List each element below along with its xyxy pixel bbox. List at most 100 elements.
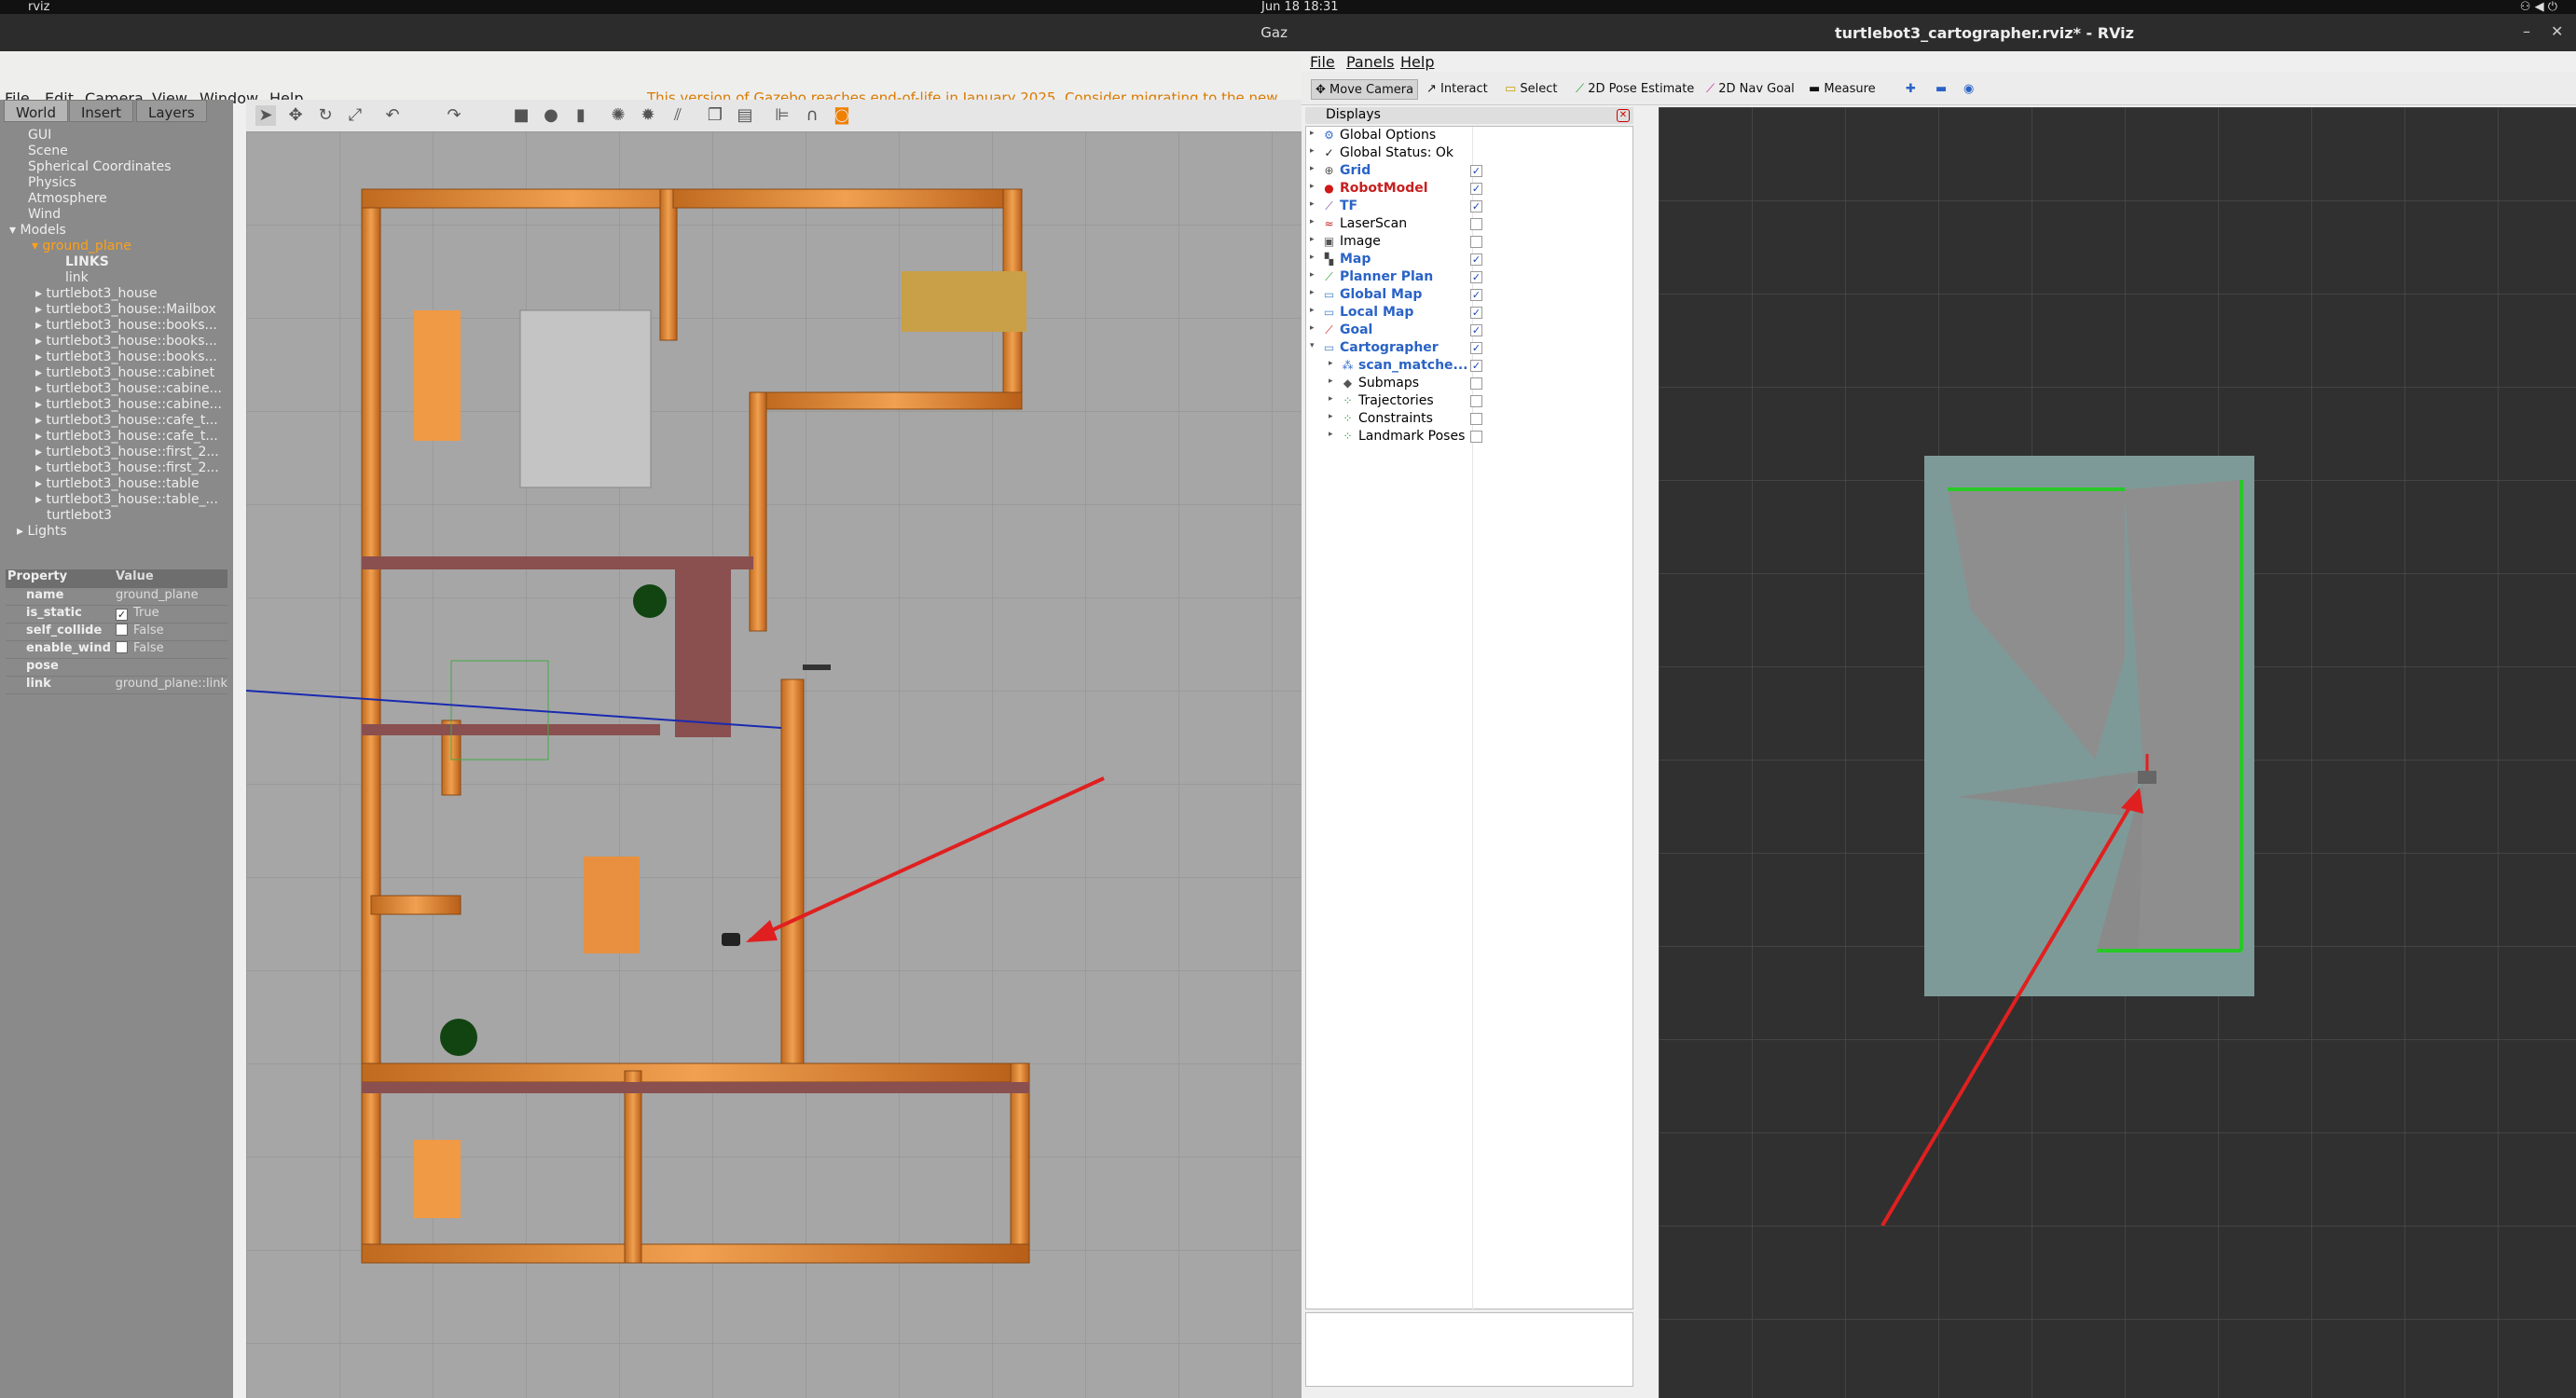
tree-item[interactable]: ▸ turtlebot3_house::cafe_t... — [0, 413, 233, 429]
display-enable-checkbox[interactable] — [1470, 413, 1482, 425]
display-item[interactable]: ▸ ⚙ Global Options — [1306, 127, 1632, 144]
display-item[interactable]: ▸ ▣ Image — [1306, 233, 1632, 251]
self-collide-checkbox[interactable] — [116, 624, 128, 636]
enable-wind-checkbox[interactable] — [116, 641, 128, 653]
expand-arrow-icon[interactable]: ▸ — [1310, 323, 1315, 333]
collapse-arrow-icon[interactable]: ▸ — [35, 286, 46, 301]
display-item[interactable]: ▸ ⊕ Grid ✓ — [1306, 162, 1632, 180]
tree-item[interactable]: Wind — [0, 207, 233, 223]
collapse-arrow-icon[interactable]: ▸ — [35, 318, 46, 333]
prop-row-link[interactable]: link ground_plane::link — [6, 677, 227, 694]
scale-mode-icon[interactable]: ⤢ — [345, 105, 365, 126]
expand-arrow-icon[interactable]: ▸ — [1310, 182, 1315, 191]
display-enable-checkbox[interactable]: ✓ — [1470, 289, 1482, 301]
display-enable-checkbox[interactable]: ✓ — [1470, 200, 1482, 212]
tree-item[interactable]: ▸ turtlebot3_house::books... — [0, 350, 233, 365]
display-item[interactable]: ▸ ▭ Global Map ✓ — [1306, 286, 1632, 304]
expand-arrow-icon[interactable]: ▸ — [1310, 164, 1315, 173]
collapse-arrow-icon[interactable]: ▸ — [35, 445, 46, 459]
collapse-arrow-icon[interactable]: ▸ — [35, 350, 46, 364]
tab-layers[interactable]: Layers — [136, 100, 207, 122]
tree-item[interactable]: Spherical Coordinates — [0, 159, 233, 175]
display-enable-checkbox[interactable] — [1470, 236, 1482, 248]
expand-arrow-icon[interactable]: ▾ — [9, 223, 20, 238]
display-item[interactable]: ▸ ≈ LaserScan — [1306, 215, 1632, 233]
redo-icon[interactable]: ↷ — [444, 105, 464, 126]
display-enable-checkbox[interactable]: ✓ — [1470, 165, 1482, 177]
rviz-menu-help[interactable]: Help — [1400, 53, 1434, 71]
box-shape-icon[interactable]: ■ — [511, 105, 531, 126]
activities-app-label[interactable]: rviz — [28, 0, 49, 14]
tool-select[interactable]: ▭ Select — [1501, 79, 1562, 100]
select-mode-icon[interactable]: ➤ — [255, 105, 276, 126]
tool-2d-nav-goal[interactable]: ⟋ 2D Nav Goal — [1702, 79, 1798, 100]
tree-item[interactable]: ▾ ground_plane — [0, 239, 233, 254]
expand-arrow-icon[interactable]: ▸ — [1310, 306, 1315, 315]
expand-arrow-icon[interactable]: ▸ — [1310, 235, 1315, 244]
tree-item[interactable]: Atmosphere — [0, 191, 233, 207]
display-item[interactable]: ▸ ⁘ Landmark Poses — [1306, 428, 1632, 445]
snap-icon[interactable]: ∩ — [802, 105, 822, 126]
display-item[interactable]: ▸ ● RobotModel ✓ — [1306, 180, 1632, 198]
tool-measure[interactable]: ▬ Measure — [1805, 79, 1880, 100]
rviz-menu-file[interactable]: File — [1310, 53, 1335, 71]
display-enable-checkbox[interactable]: ✓ — [1470, 342, 1482, 354]
panel-splitter[interactable] — [1637, 107, 1659, 1398]
tab-insert[interactable]: Insert — [69, 100, 134, 122]
collapse-arrow-icon[interactable]: ▸ — [35, 429, 46, 444]
tree-item[interactable]: ▸ turtlebot3_house::first_2... — [0, 445, 233, 460]
tool-move-camera[interactable]: ✥ Move Camera — [1311, 79, 1419, 100]
collapse-arrow-icon[interactable]: ▸ — [35, 397, 46, 412]
collapse-arrow-icon[interactable]: ▸ — [35, 460, 46, 475]
add-tool-icon[interactable]: ✚ — [1902, 79, 1920, 100]
sphere-shape-icon[interactable]: ● — [541, 105, 561, 126]
display-enable-checkbox[interactable]: ✓ — [1470, 254, 1482, 266]
tree-item[interactable]: ▸ turtlebot3_house::cabine... — [0, 381, 233, 397]
prop-row-is-static[interactable]: is_static ✓ True — [6, 606, 227, 624]
spot-light-icon[interactable]: ✹ — [638, 105, 658, 126]
expand-arrow-icon[interactable]: ▸ — [1329, 394, 1333, 404]
expand-arrow-icon[interactable]: ▾ — [32, 239, 42, 254]
tree-item[interactable]: ▸ Lights — [0, 524, 233, 540]
display-item[interactable]: ▸ ⁘ Trajectories — [1306, 392, 1632, 410]
tree-item[interactable]: ▸ turtlebot3_house — [0, 286, 233, 302]
expand-arrow-icon[interactable]: ▸ — [1310, 129, 1315, 138]
collapse-arrow-icon[interactable]: ▸ — [35, 492, 46, 507]
point-light-icon[interactable]: ✺ — [608, 105, 628, 126]
is-static-checkbox[interactable]: ✓ — [116, 609, 128, 621]
display-item[interactable]: ▸ ▭ Local Map ✓ — [1306, 304, 1632, 322]
collapse-arrow-icon[interactable]: ▸ — [35, 381, 46, 396]
tab-world[interactable]: World — [4, 100, 68, 122]
expand-arrow-icon[interactable]: ▸ — [1310, 270, 1315, 280]
display-item[interactable]: ▸ ◆ Submaps — [1306, 375, 1632, 392]
expand-arrow-icon[interactable]: ▸ — [1329, 412, 1333, 421]
tree-item[interactable]: Scene — [0, 144, 233, 159]
tree-item[interactable]: turtlebot3 — [0, 508, 233, 524]
minimize-icon[interactable]: – — [2523, 22, 2530, 40]
collapse-arrow-icon[interactable]: ▸ — [35, 302, 46, 317]
display-enable-checkbox[interactable]: ✓ — [1470, 183, 1482, 195]
system-tray-icons[interactable]: ⚇ ◀ ⏻ — [2520, 0, 2557, 14]
prop-row-pose[interactable]: pose — [6, 659, 227, 677]
display-item[interactable]: ▸ ⟋ TF ✓ — [1306, 198, 1632, 215]
collapse-arrow-icon[interactable]: ▸ — [35, 476, 46, 491]
expand-arrow-icon[interactable]: ▸ — [1329, 430, 1333, 439]
rviz-menu-panels[interactable]: Panels — [1346, 53, 1395, 71]
collapse-arrow-icon[interactable]: ▸ — [35, 334, 46, 349]
align-icon[interactable]: ⊫ — [772, 105, 792, 126]
tree-item[interactable]: GUI — [0, 128, 233, 144]
tree-item[interactable]: link — [0, 270, 233, 286]
collapse-arrow-icon[interactable]: ▸ — [35, 365, 46, 380]
translate-mode-icon[interactable]: ✥ — [285, 105, 306, 126]
remove-tool-icon[interactable]: ▬ — [1932, 79, 1950, 100]
expand-arrow-icon[interactable]: ▸ — [1310, 199, 1315, 209]
tree-item[interactable]: ▸ turtlebot3_house::first_2... — [0, 460, 233, 476]
tree-item[interactable]: ▸ turtlebot3_house::books... — [0, 334, 233, 350]
expand-arrow-icon[interactable]: ▸ — [1310, 253, 1315, 262]
screenshot-icon[interactable]: ◙ — [832, 105, 852, 126]
tree-item[interactable]: ▸ turtlebot3_house::cabinet — [0, 365, 233, 381]
tool-properties-icon[interactable]: ◉ — [1960, 79, 1977, 100]
display-item[interactable]: ▸ ⟋ Goal ✓ — [1306, 322, 1632, 339]
expand-arrow-icon[interactable]: ▸ — [1310, 217, 1315, 226]
close-icon[interactable]: ✕ — [2551, 22, 2563, 40]
